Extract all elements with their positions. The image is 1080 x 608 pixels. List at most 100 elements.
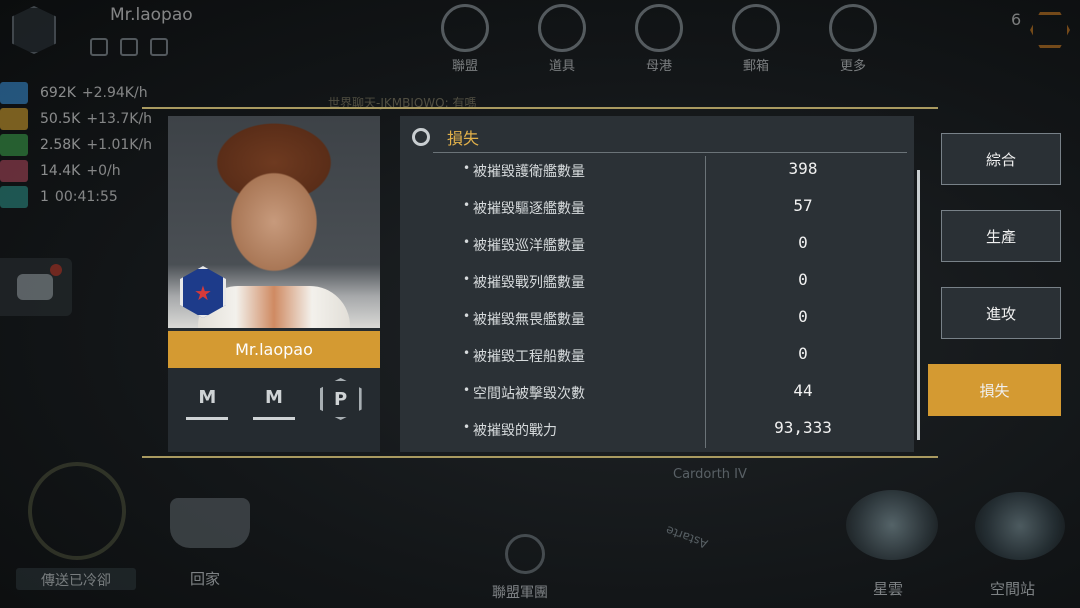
tab-losses[interactable]: 損失 [928, 364, 1061, 416]
dialog-top-border [142, 107, 938, 109]
stat-value: 0 [798, 344, 808, 363]
menu-items-button[interactable]: 道具 [537, 4, 587, 74]
resource-row: 50.5K +13.7K/h [0, 106, 152, 132]
stat-label: 被摧毀無畏艦數量 [463, 309, 585, 329]
stat-label: 被摧毀護衛艦數量 [463, 161, 585, 181]
commander-badges: M M P [168, 378, 380, 420]
resource-list: 692K +2.94K/h 50.5K +13.7K/h 2.58K +1.01… [0, 80, 152, 210]
menu-alliance-button[interactable]: 聯盟 [440, 4, 490, 74]
stat-label: 被摧毀工程船數量 [463, 346, 585, 366]
menu-label: 母港 [645, 59, 672, 74]
chat-icon [17, 274, 53, 300]
resource-amount: 1 [40, 189, 49, 205]
resource-rate: +2.94K/h [81, 85, 148, 101]
stack-icon [0, 160, 28, 182]
stat-label: 空間站被擊毀次數 [463, 383, 585, 403]
stat-row: 空間站被擊毀次數 44 [400, 377, 914, 407]
stat-row: 被摧毀巡洋艦數量 0 [400, 229, 914, 259]
stat-row: 被摧毀護衛艦數量 398 [400, 155, 914, 185]
stat-value: 93,333 [774, 418, 832, 437]
resource-amount: 50.5K [40, 111, 81, 127]
menu-homeport-button[interactable]: 母港 [634, 4, 684, 74]
alliance-fleet-icon[interactable] [505, 534, 545, 574]
gold-hexagon-icon[interactable] [1030, 12, 1070, 48]
resource-rate: +0/h [86, 163, 121, 179]
tab-production[interactable]: 生產 [941, 210, 1061, 262]
badge-p-icon [150, 38, 168, 56]
dialog-bottom-border [142, 456, 938, 458]
plus-icon [829, 4, 877, 52]
loss-target-icon [412, 128, 430, 146]
warp-label: 傳送已冷卻 [16, 568, 136, 590]
commander-name: Mr.laopao [168, 331, 380, 368]
stat-row: 被摧毀的戰力 93,333 [400, 414, 914, 444]
loss-stats-panel: 損失 被摧毀護衛艦數量 398 被摧毀驅逐艦數量 57 被摧毀巡洋艦數量 0 被… [400, 116, 914, 452]
globe-icon [441, 4, 489, 52]
badge-m-icon [90, 38, 108, 56]
alliance-fleet-label: 聯盟軍團 [492, 585, 548, 601]
menu-more-button[interactable]: 更多 [828, 4, 878, 74]
helmet-icon [635, 4, 683, 52]
stats-title: 損失 [447, 129, 480, 148]
resource-timer: 00:41:55 [54, 189, 118, 205]
stats-scrollbar[interactable] [917, 170, 920, 440]
map-label-cardorth: Cardorth IV [673, 467, 747, 482]
stat-value: 44 [793, 381, 813, 400]
hud-badge-row [90, 38, 168, 56]
resource-rate: +13.7K/h [86, 111, 153, 127]
menu-label: 聯盟 [451, 59, 478, 74]
top-right-counter: 6 [1011, 10, 1022, 29]
stats-header: 損失 [400, 116, 914, 152]
eye-icon [0, 186, 28, 208]
menu-label: 郵箱 [742, 59, 769, 74]
resource-amount: 14.4K [40, 163, 81, 179]
badge-m-icon [120, 38, 138, 56]
stat-value: 0 [798, 307, 808, 326]
space-station-icon[interactable] [975, 492, 1065, 560]
resource-rate: +1.01K/h [86, 137, 153, 153]
nebula-label: 星雲 [873, 580, 904, 598]
stat-label: 被摧毀的戰力 [463, 420, 557, 440]
menu-mail-button[interactable]: 郵箱 [731, 4, 781, 74]
mail-icon [732, 4, 780, 52]
stat-label: 被摧毀戰列艦數量 [463, 272, 585, 292]
divider [433, 152, 907, 153]
player-avatar-icon[interactable] [12, 6, 56, 54]
ore-icon [0, 134, 28, 156]
warp-icon[interactable] [28, 462, 126, 560]
hud-player-name: Mr.laopao [110, 5, 193, 25]
space-station-label: 空間站 [990, 580, 1036, 598]
top-menu: 聯盟 道具 母港 郵箱 更多 [440, 4, 878, 74]
badge-m-icon[interactable]: M [186, 378, 229, 420]
tab-attack[interactable]: 進攻 [941, 287, 1061, 339]
resource-amount: 2.58K [40, 137, 81, 153]
crystal-icon [0, 82, 28, 104]
home-ship-icon[interactable] [170, 498, 250, 548]
briefcase-icon [538, 4, 586, 52]
commander-profile-panel: ★ Mr.laopao M M P [168, 116, 380, 452]
badge-p-icon[interactable]: P [319, 378, 362, 420]
notification-dot [50, 264, 62, 276]
stat-value: 0 [798, 233, 808, 252]
nebula-icon[interactable] [846, 490, 938, 560]
resource-row: 2.58K +1.01K/h [0, 132, 152, 158]
badge-m-icon[interactable]: M [252, 378, 295, 420]
resource-row: 14.4K +0/h [0, 158, 152, 184]
stat-value: 57 [793, 196, 813, 215]
stat-row: 被摧毀戰列艦數量 0 [400, 266, 914, 296]
stat-label: 被摧毀驅逐艦數量 [463, 198, 585, 218]
menu-label: 更多 [839, 59, 866, 74]
resource-amount: 692K [40, 85, 76, 101]
map-label-astarte: Astarte [663, 522, 710, 552]
stat-row: 被摧毀驅逐艦數量 57 [400, 192, 914, 222]
menu-label: 道具 [548, 59, 575, 74]
stat-row: 被摧毀無畏艦數量 0 [400, 303, 914, 333]
stat-row: 被摧毀工程船數量 0 [400, 340, 914, 370]
tab-overview[interactable]: 綜合 [941, 133, 1061, 185]
chat-button[interactable] [0, 258, 72, 316]
home-label: 回家 [190, 570, 221, 588]
resource-row: 1 00:41:55 [0, 184, 152, 210]
stat-value: 398 [788, 159, 818, 178]
resource-row: 692K +2.94K/h [0, 80, 152, 106]
gas-icon [0, 108, 28, 130]
